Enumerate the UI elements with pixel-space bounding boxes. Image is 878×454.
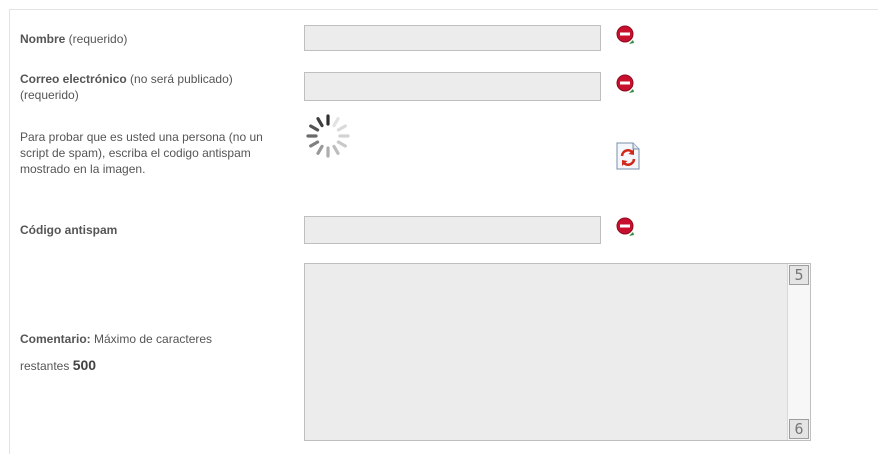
name-label-text: Nombre (20, 32, 66, 46)
required-icon (616, 74, 634, 93)
email-label: Correo electrónico (no será publicado) (… (20, 71, 233, 103)
comment-textarea[interactable]: 5 6 (304, 263, 811, 441)
captcha-instructions: Para probar que es usted una persona (no… (20, 129, 305, 177)
comment-remaining-label: restantes (20, 359, 73, 373)
email-label-text: Correo electrónico (20, 72, 127, 86)
character-counter: 500 (72, 357, 97, 373)
refresh-captcha-icon[interactable] (615, 142, 641, 170)
email-label-note: (no será publicado) (126, 72, 233, 86)
required-icon (616, 217, 634, 236)
antispam-label-text: Código antispam (20, 223, 118, 237)
form-frame-top-border (9, 9, 878, 10)
scroll-down-button[interactable]: 6 (789, 419, 809, 439)
antispam-input[interactable] (304, 216, 601, 244)
email-input[interactable] (304, 72, 601, 101)
form-frame-left-border (9, 9, 10, 454)
captcha-instructions-line-1: Para probar que es usted una persona (no… (20, 130, 263, 144)
name-input[interactable] (304, 25, 601, 51)
antispam-label: Código antispam (20, 222, 117, 238)
name-label-note: (requerido) (65, 32, 128, 46)
comment-scrollbar[interactable]: 5 6 (787, 264, 810, 440)
name-label: Nombre (requerido) (20, 31, 127, 47)
comment-label: Comentario: Máximo de caracteres restant… (20, 326, 212, 379)
captcha-instructions-line-2: script de spam), escriba el codigo antis… (20, 146, 251, 160)
captcha-instructions-line-3: mostrado en la imagen. (20, 162, 146, 176)
scroll-up-button[interactable]: 5 (789, 265, 809, 285)
comment-label-text: Comentario: (20, 332, 91, 346)
required-icon (616, 25, 634, 44)
email-label-required: (requerido) (20, 88, 79, 102)
loading-spinner-icon (306, 114, 350, 158)
comment-label-note: Máximo de caracteres (90, 332, 213, 346)
